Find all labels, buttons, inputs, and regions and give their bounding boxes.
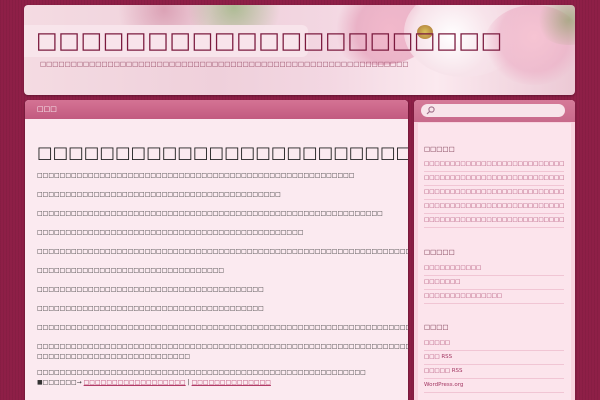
post-paragraph: □□□□□□□□□□□□□□□□□□□□□□□□□□□□□□□□□□□□□□□□… bbox=[37, 369, 366, 376]
post-paragraph: □□□□□□□□□□□□□□□□□□□□□□□□□□□□□□□□□□□□□□□□ bbox=[37, 286, 264, 293]
post-paragraph: □□□□□□□□□□□□□□□□□□□□□□□□□□□□□□□□□ bbox=[37, 267, 225, 274]
site-header: □□□□□□□□□□□□□□□□□□□□□ □□□□□□□□□□□□□□□□□□… bbox=[24, 5, 575, 95]
sidebar: □□□□□ □□□□□□□□□□□□□□□□□□□□□□□□□□□ □□□□□□□… bbox=[414, 100, 575, 400]
post-paragraph: □□□□□□□□□□□□□□□□□□□□□□□□□□□□□□□□□□□□□□□□… bbox=[37, 343, 408, 350]
post-paragraph: □□□□□□□□□□□□□□□□□□□□□□□□□□□□□□□□□□□□□□□□ bbox=[37, 305, 264, 312]
widget-title-recent-posts: □□□□□ bbox=[424, 145, 455, 153]
post-paragraph: □□□□□□□□□□□□□□□□□□□□□□□□□□□□□□□□□□□□□□□□… bbox=[37, 324, 408, 331]
list-item[interactable]: □□□ RSS bbox=[424, 351, 564, 365]
list-item[interactable]: □□□□□□□□□□□□□□□□□□□□□□□□□□□□□□□□□□□□□□ bbox=[424, 172, 564, 186]
footer-separator: | bbox=[187, 379, 190, 386]
search-icon[interactable] bbox=[425, 105, 436, 116]
list-item[interactable]: □□□□□□□□□□□□□□□ bbox=[424, 290, 564, 304]
list-item[interactable]: □□□□□ RSS bbox=[424, 365, 564, 379]
widget-title-meta: □□□□ bbox=[424, 323, 449, 331]
post-paragraph: □□□□□□□□□□□□□□□□□□□□□□□□□□□□□□□□□□□□□□□□… bbox=[37, 172, 355, 179]
post-paragraph: □□□□□□□□□□□□□□□□□□□□□□□□□□□ bbox=[37, 353, 191, 360]
post-paragraph: □□□□□□□□□□□□□□□□□□□□□□□□□□□□□□□□□□□□□□□□… bbox=[37, 191, 281, 198]
list-item[interactable]: □□□□□□□□□□□□□□□□□□□□□□□□□□□□□□□□□□□□□□□□ bbox=[424, 158, 564, 172]
list-item[interactable]: □□□□□□□□□□□□□□□□□□□□□□□□□□□□□□□□□□□□□ bbox=[424, 186, 564, 200]
post-paragraph: □□□□□□□□□□□□□□□□□□□□□□□□□□□□□□□□□□□□□□□□… bbox=[37, 210, 383, 217]
list-item[interactable]: WordPress.org bbox=[424, 379, 564, 393]
meta-list: □□□□□ □□□ RSS □□□□□ RSS WordPress.org bbox=[424, 337, 564, 393]
list-item[interactable]: □□□□□□□□□□□□□□□□□□□□□□□□□□□□□□□□□□□□□ bbox=[424, 214, 564, 228]
category-list: □□□□□□□□□□□ □□□□□□□ □□□□□□□□□□□□□□□ bbox=[424, 262, 564, 304]
post-footer: ■□□□□□□→ □□□□□□□□□□□□□□□□□□ | □□□□□□□□□□… bbox=[37, 378, 408, 388]
comment-link[interactable]: □□□□□□□□□□□□□□ bbox=[192, 379, 271, 386]
list-item[interactable]: □□□□□ bbox=[424, 337, 564, 351]
post-paragraph: □□□□□□□□□□□□□□□□□□□□□□□□□□□□□□□□□□□□□□□□… bbox=[37, 248, 408, 255]
site-description: □□□□□□□□□□□□□□□□□□□□□□□□□□□□□□□□□□□□□□□□… bbox=[40, 60, 409, 68]
search-input[interactable] bbox=[421, 104, 565, 117]
site-title[interactable]: □□□□□□□□□□□□□□□□□□□□□ bbox=[36, 28, 503, 54]
widget-title-categories: □□□□□ bbox=[424, 248, 455, 256]
list-item[interactable]: □□□□□□□□□□□ bbox=[424, 262, 564, 276]
post-footer-label: ■□□□□□□→ bbox=[37, 379, 82, 386]
main-content: □□□ □□□□□□□□□□□□□□□□□□□□□□□□□□ □□□□□□□□□… bbox=[25, 100, 408, 400]
list-item[interactable]: □□□□□□□ bbox=[424, 276, 564, 290]
post-paragraph: □□□□□□□□□□□□□□□□□□□□□□□□□□□□□□□□□□□□□□□□… bbox=[37, 229, 304, 236]
list-item[interactable]: □□□□□□□□□□□□□□□□□□□□□□□□□□□□□□□□□□□□□□□□… bbox=[424, 200, 564, 214]
post-title[interactable]: □□□□□□□□□□□□□□□□□□□□□□□□□□ bbox=[37, 143, 408, 162]
recent-posts-list: □□□□□□□□□□□□□□□□□□□□□□□□□□□ □□□□□□□□□□□□□… bbox=[424, 158, 564, 228]
content-header: □□□ bbox=[25, 100, 408, 119]
search-bar bbox=[414, 100, 575, 122]
category-link[interactable]: □□□□□□□□□□□□□□□□□□ bbox=[84, 379, 186, 386]
sidebar-widgets: □□□□□ □□□□□□□□□□□□□□□□□□□□□□□□□□□ □□□□□□□… bbox=[418, 123, 571, 400]
